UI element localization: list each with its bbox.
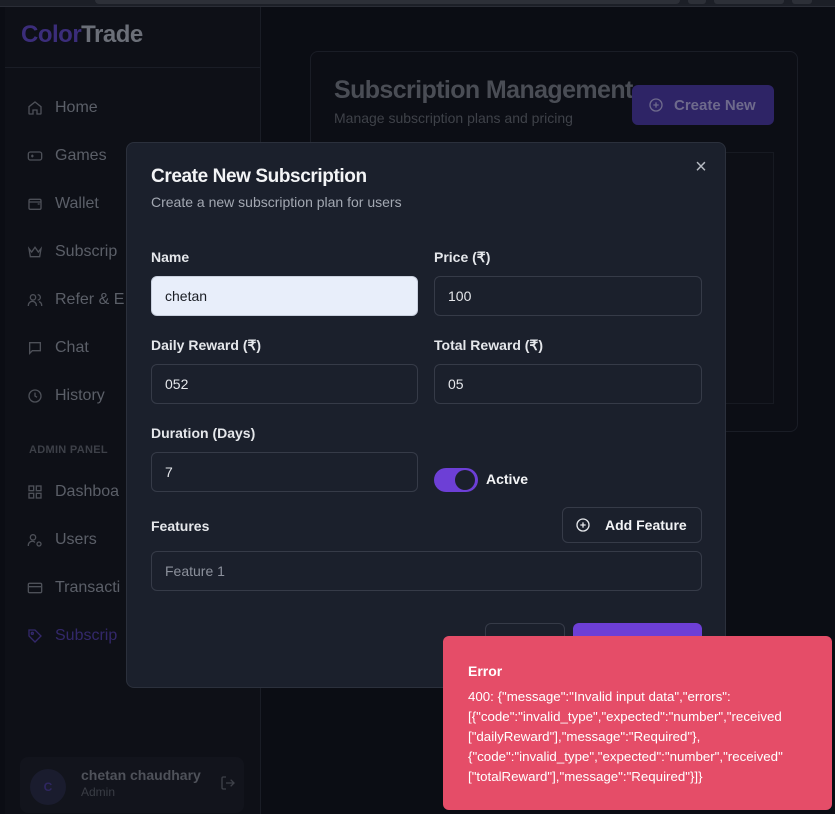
total-reward-label: Total Reward (₹) (434, 337, 543, 353)
sidebar-item-history[interactable]: History (27, 384, 105, 408)
name-input[interactable]: chetan (151, 276, 418, 316)
page-title: Subscription Management (334, 76, 633, 104)
dialog-title: Create New Subscription (151, 166, 367, 187)
sidebar-item-chat[interactable]: Chat (27, 336, 89, 360)
sidebar-item-dashboard[interactable]: Dashboa (27, 480, 119, 504)
sidebar-item-label: Subscrip (55, 627, 118, 644)
add-feature-button[interactable]: Add Feature (562, 507, 702, 543)
history-icon (27, 388, 43, 404)
daily-reward-label: Daily Reward (₹) (151, 337, 262, 353)
close-icon[interactable]: × (692, 157, 710, 177)
home-icon (27, 100, 43, 116)
sidebar-item-label: Games (55, 147, 107, 164)
add-feature-label: Add Feature (605, 517, 687, 533)
sidebar-item-transactions[interactable]: Transacti (27, 576, 120, 600)
total-reward-input[interactable]: 05 (434, 364, 702, 404)
sidebar-item-admin-subscriptions[interactable]: Subscrip (27, 624, 117, 648)
plus-circle-icon (575, 517, 591, 533)
admin-panel-label: ADMIN PANEL (29, 444, 108, 456)
dashboard-icon (27, 484, 43, 500)
sidebar-item-refer[interactable]: Refer & E (27, 288, 124, 312)
sidebar-item-users[interactable]: Users (27, 528, 97, 552)
browser-top-bar (0, 0, 835, 7)
chat-icon (27, 340, 43, 356)
sidebar-item-label: Wallet (55, 195, 99, 212)
active-toggle[interactable] (434, 468, 478, 492)
plus-circle-icon (648, 97, 664, 113)
toast-title: Error (468, 663, 503, 679)
price-label: Price (₹) (434, 249, 491, 265)
active-label: Active (486, 471, 529, 487)
user-name: chetan chaudhary (81, 767, 201, 783)
duration-label: Duration (Days) (151, 425, 256, 441)
tag-icon (27, 628, 43, 644)
error-toast[interactable]: Error 400: {"message":"Invalid input dat… (443, 636, 832, 810)
sidebar-item-label: Dashboa (55, 483, 120, 500)
daily-reward-input[interactable]: 052 (151, 364, 418, 404)
page-subtitle: Manage subscription plans and pricing (334, 110, 573, 126)
gamepad-icon (27, 148, 43, 164)
address-bar[interactable] (95, 0, 680, 4)
sidebar-item-label: Subscrip (55, 243, 118, 260)
create-subscription-dialog: × Create New Subscription Create a new s… (126, 142, 726, 688)
user-profile-card[interactable]: C chetan chaudhary Admin (20, 757, 244, 813)
user-role: Admin (81, 785, 116, 799)
create-new-label: Create New (674, 96, 756, 114)
crown-icon (27, 244, 43, 260)
card-icon (27, 580, 43, 596)
user-cog-icon (27, 532, 43, 548)
browser-button[interactable] (792, 0, 812, 4)
sidebar-item-label: Home (55, 99, 98, 116)
sidebar-item-label: Refer & E (55, 291, 125, 308)
logo-part-color: Color (21, 21, 82, 48)
subscriptions-table (722, 152, 774, 404)
sidebar-item-label: Transacti (55, 579, 121, 596)
features-label: Features (151, 518, 210, 534)
sidebar-item-label: Users (55, 531, 97, 548)
browser-button[interactable] (688, 0, 706, 4)
sidebar-item-subscriptions[interactable]: Subscrip (27, 240, 117, 264)
sidebar-item-wallet[interactable]: Wallet (27, 192, 99, 216)
sidebar-item-label: Chat (55, 339, 89, 356)
toast-message: 400: {"message":"Invalid input data","er… (468, 689, 783, 784)
name-label: Name (151, 249, 190, 265)
toggle-knob (455, 470, 475, 490)
wallet-icon (27, 196, 43, 212)
sidebar-divider (5, 67, 261, 68)
sidebar-item-games[interactable]: Games (27, 144, 107, 168)
sidebar-item-home[interactable]: Home (27, 96, 98, 120)
create-new-button[interactable]: Create New (632, 85, 774, 125)
browser-button[interactable] (714, 0, 784, 4)
logo-part-trade: Trade (81, 21, 143, 48)
users-icon (27, 292, 43, 308)
duration-input[interactable]: 7 (151, 452, 418, 492)
feature-input[interactable]: Feature 1 (151, 551, 702, 591)
dialog-subtitle: Create a new subscription plan for users (151, 194, 402, 210)
logout-icon[interactable] (220, 775, 236, 791)
price-input[interactable]: 100 (434, 276, 702, 316)
avatar: C (30, 769, 66, 805)
app-logo[interactable]: ColorTrade (21, 21, 143, 49)
sidebar-item-label: History (55, 387, 105, 404)
